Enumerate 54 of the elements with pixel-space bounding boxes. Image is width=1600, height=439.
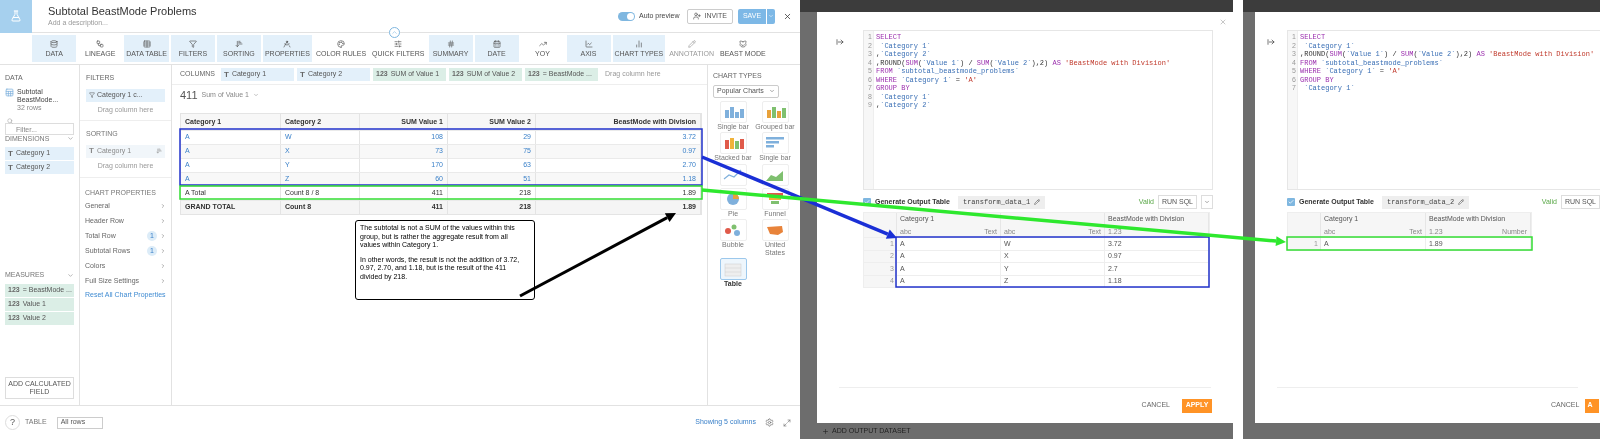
save-menu-button[interactable] bbox=[767, 8, 775, 24]
settings-icon[interactable] bbox=[765, 418, 774, 427]
close-icon bbox=[783, 11, 792, 21]
pencil-icon bbox=[687, 39, 696, 48]
dataset-icon bbox=[5, 87, 14, 97]
cat-icon bbox=[738, 39, 747, 48]
format-icon[interactable] bbox=[1267, 38, 1275, 46]
filter-icon bbox=[188, 39, 197, 48]
chevron-right-icon bbox=[160, 278, 166, 284]
pencil-icon bbox=[1458, 199, 1465, 205]
format-icon[interactable] bbox=[836, 38, 844, 46]
editor-title: Subtotal BeastMode Problems bbox=[48, 6, 197, 17]
flask-icon bbox=[10, 10, 22, 22]
chevron-right-icon bbox=[160, 233, 166, 239]
auto-preview-toggle[interactable] bbox=[617, 11, 635, 21]
sort-icon bbox=[234, 39, 243, 48]
chevron-down-icon bbox=[252, 92, 259, 98]
generate-checkbox[interactable] bbox=[1287, 198, 1295, 206]
caret-icon bbox=[768, 13, 774, 19]
sort-icon bbox=[156, 148, 162, 154]
caret-icon bbox=[769, 88, 775, 94]
table-icon bbox=[142, 39, 151, 48]
expand-icon[interactable] bbox=[783, 418, 791, 427]
chevron-right-icon bbox=[160, 218, 166, 224]
filter-icon bbox=[89, 92, 95, 98]
caret-icon bbox=[1204, 199, 1210, 205]
chevron-right-icon bbox=[160, 203, 166, 209]
trend-icon bbox=[538, 39, 547, 48]
chevron-right-icon bbox=[160, 263, 166, 269]
close-icon[interactable] bbox=[1219, 18, 1227, 26]
bar-chart-icon bbox=[634, 39, 643, 48]
add-user-icon bbox=[693, 12, 702, 20]
palette-icon bbox=[337, 39, 345, 48]
chevron-right-icon bbox=[160, 248, 166, 254]
hash-icon bbox=[446, 39, 455, 48]
chevron-up-icon bbox=[391, 29, 398, 36]
sliders-icon bbox=[394, 39, 403, 48]
database-icon bbox=[50, 39, 59, 48]
calendar-icon bbox=[492, 39, 501, 48]
flow-icon bbox=[96, 39, 105, 48]
collapse-button[interactable] bbox=[389, 27, 400, 38]
chevron-down-icon bbox=[67, 271, 74, 279]
compass-icon bbox=[283, 39, 292, 48]
close-button[interactable] bbox=[783, 11, 792, 21]
run-menu-button[interactable] bbox=[1201, 195, 1213, 209]
pencil-icon bbox=[1034, 199, 1041, 205]
search-icon bbox=[7, 117, 13, 124]
chevron-down-icon bbox=[67, 135, 74, 143]
plus-icon bbox=[822, 427, 829, 435]
chart-type-tile[interactable] bbox=[719, 258, 747, 280]
sql-editor[interactable] bbox=[863, 30, 1213, 190]
generate-checkbox[interactable] bbox=[863, 198, 871, 206]
summary-value: 411 bbox=[180, 87, 198, 103]
line-chart-icon bbox=[584, 39, 593, 48]
